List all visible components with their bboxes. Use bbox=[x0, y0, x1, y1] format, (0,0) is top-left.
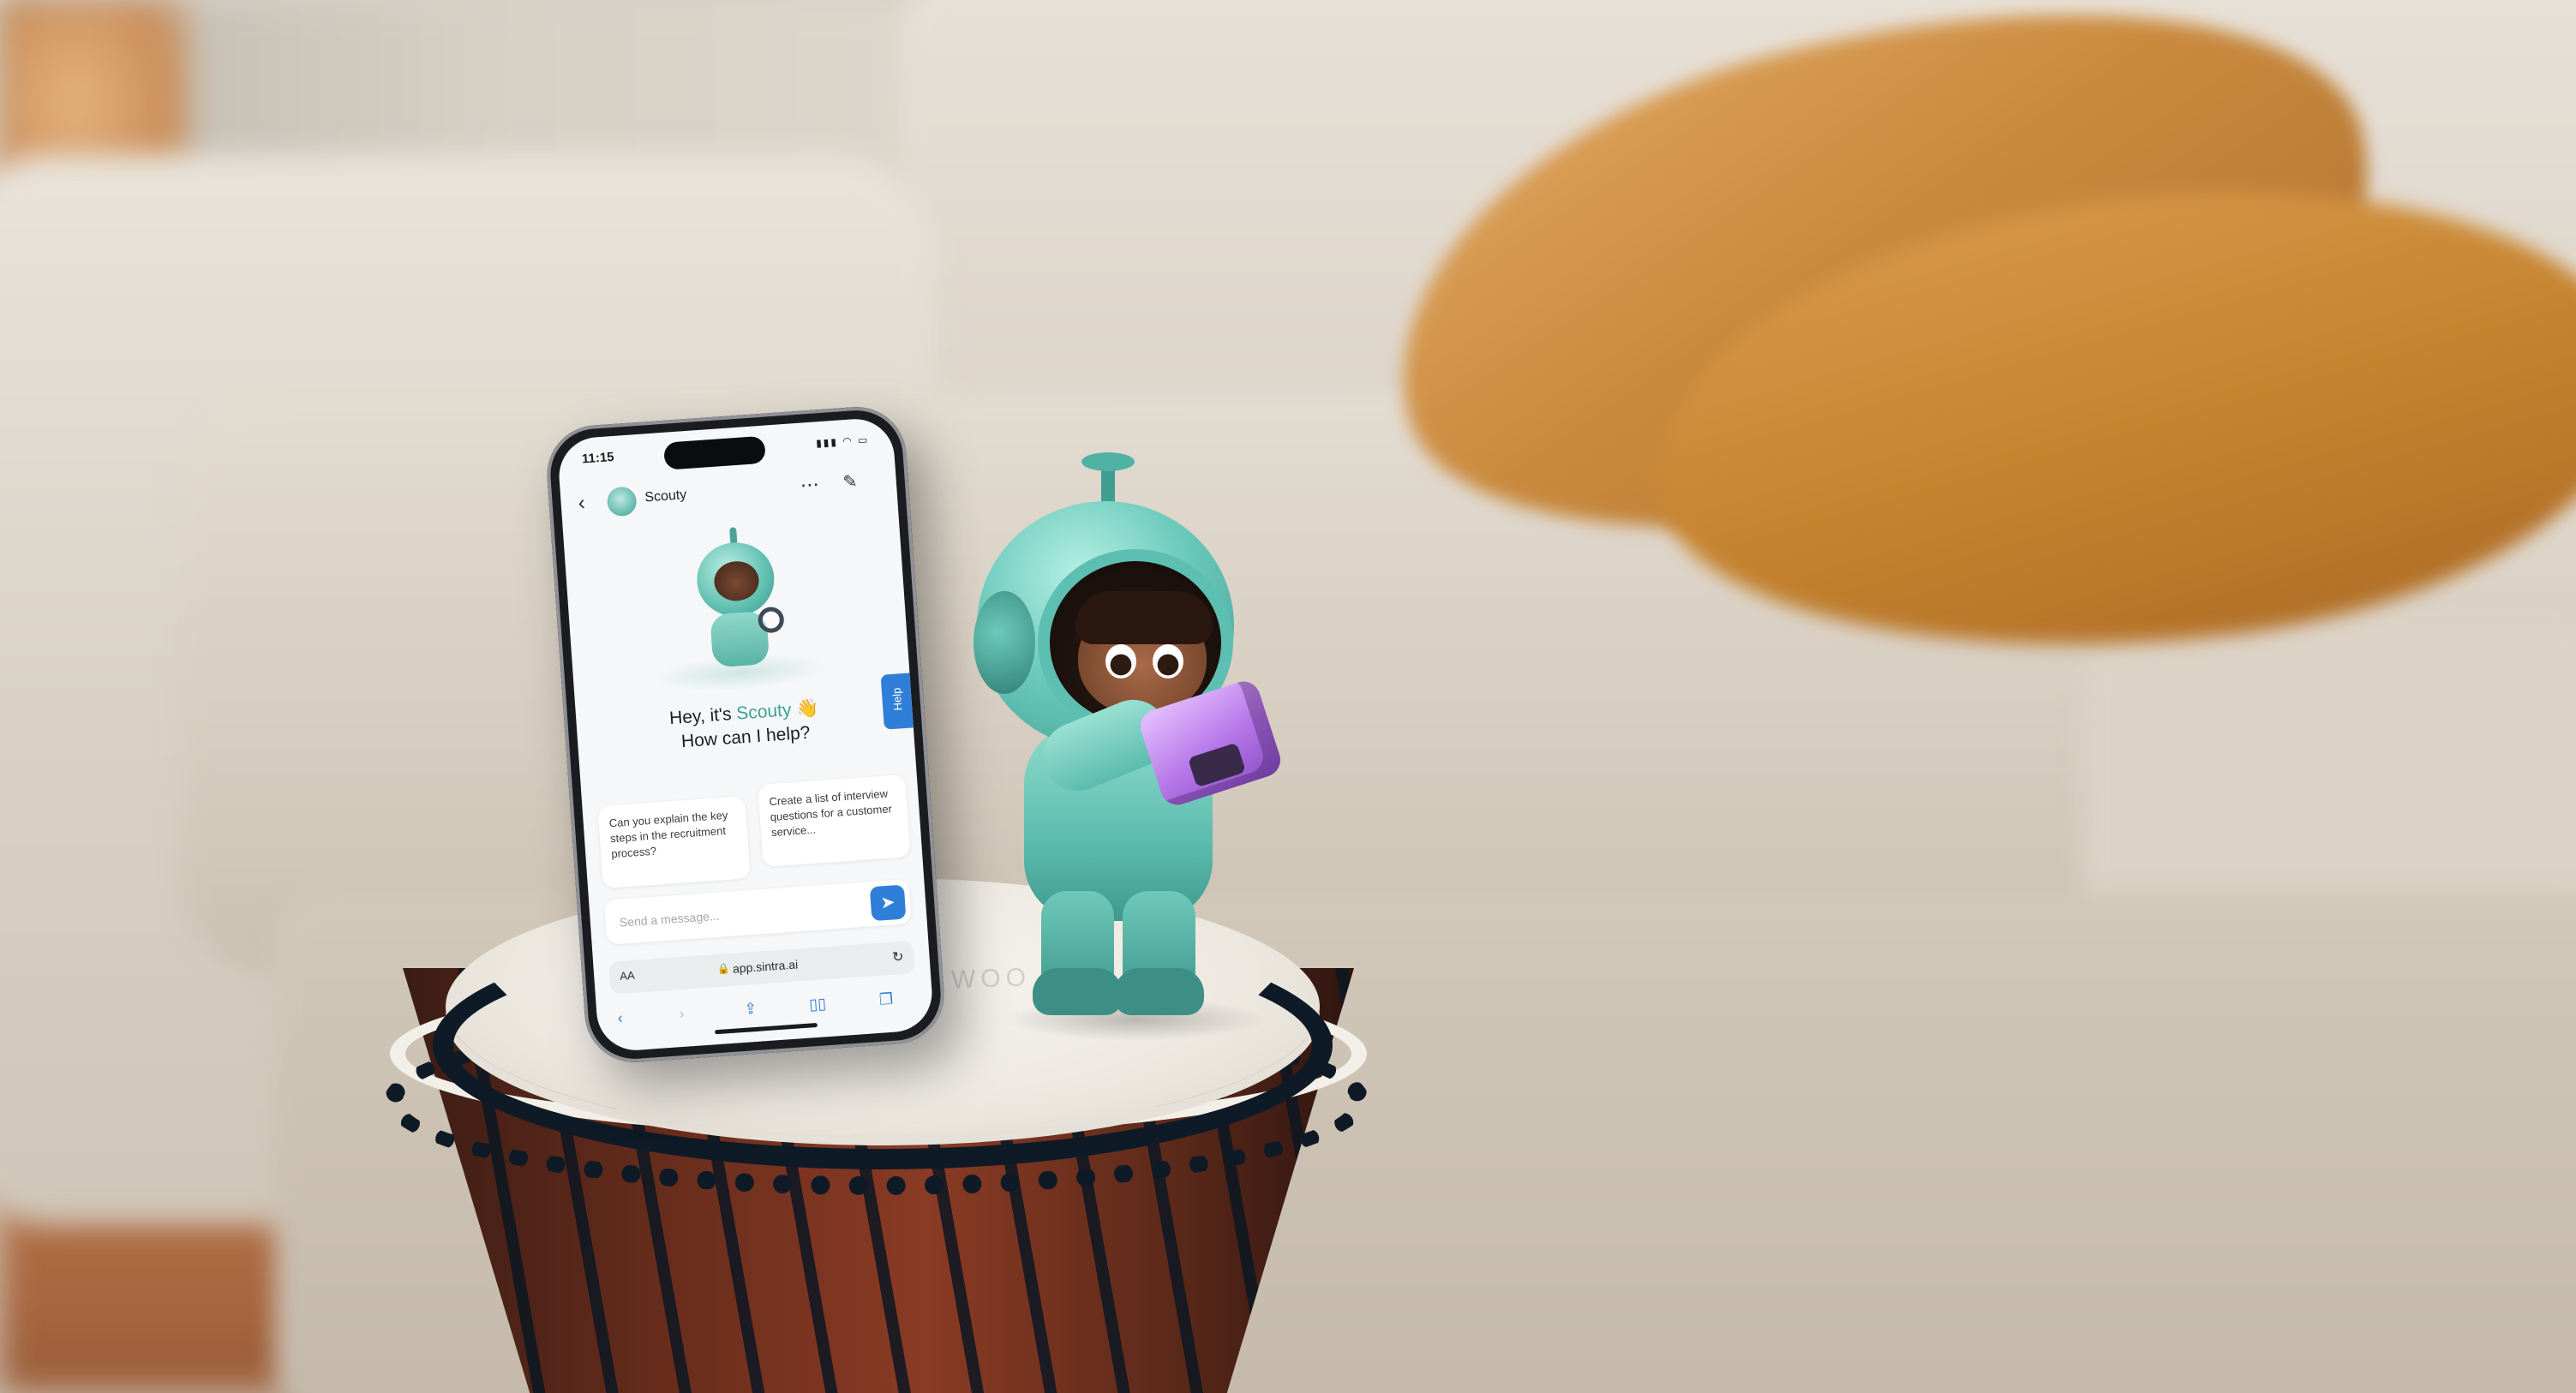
status-time: 11:15 bbox=[581, 449, 615, 467]
drum-logo-text: WOO bbox=[950, 963, 1032, 995]
figurine-hair bbox=[1075, 591, 1213, 644]
greeting-prefix: Hey, it's bbox=[668, 703, 738, 729]
photo-scene: WOO 11:15 ▮▮▮ ◠ ▭ ‹ Scouty ⋯ ✎ Hey, it's… bbox=[0, 0, 2576, 1393]
text-size-button[interactable]: AA bbox=[620, 969, 635, 983]
figurine-antenna-top bbox=[1081, 452, 1135, 471]
wave-icon: 👋 bbox=[795, 698, 820, 720]
figurine-eye-left bbox=[1105, 644, 1136, 679]
agent-name: Scouty bbox=[644, 487, 687, 505]
browser-forward-icon[interactable]: › bbox=[679, 1005, 685, 1023]
send-button[interactable]: ➤ bbox=[869, 884, 907, 922]
browser-back-icon[interactable]: ‹ bbox=[617, 1009, 623, 1027]
message-composer: ➤ bbox=[604, 879, 912, 945]
phone-screen: 11:15 ▮▮▮ ◠ ▭ ‹ Scouty ⋯ ✎ Hey, it's Sco… bbox=[556, 416, 935, 1053]
help-tab[interactable]: Help bbox=[880, 673, 914, 730]
suggestion-card[interactable]: Can you explain the key steps in the rec… bbox=[597, 796, 751, 889]
lock-icon: 🔒 bbox=[716, 961, 731, 975]
chat-app-bar: ‹ Scouty ⋯ ✎ bbox=[560, 463, 897, 525]
send-icon: ➤ bbox=[879, 893, 896, 913]
message-input[interactable] bbox=[617, 896, 836, 934]
reload-icon[interactable]: ↻ bbox=[891, 948, 905, 966]
url-text: app.sintra.ai bbox=[732, 957, 799, 976]
tabs-icon[interactable]: ❐ bbox=[878, 990, 894, 1009]
greeting-name: Scouty bbox=[735, 700, 793, 724]
greeting: Hey, it's Scouty 👋 How can I help? bbox=[576, 690, 914, 761]
more-dots-icon[interactable]: ⋯ bbox=[800, 473, 820, 496]
figurine-eye-right bbox=[1153, 644, 1183, 679]
bookmarks-icon[interactable]: ▯▯ bbox=[808, 995, 826, 1013]
agent-illustration bbox=[640, 521, 832, 696]
back-chevron-icon[interactable]: ‹ bbox=[578, 491, 586, 515]
edit-icon[interactable]: ✎ bbox=[842, 470, 858, 493]
help-tab-label: Help bbox=[890, 687, 905, 711]
agent-avatar bbox=[606, 486, 638, 517]
figurine-boot-right bbox=[1114, 968, 1204, 1015]
suggestion-list: Can you explain the key steps in the rec… bbox=[597, 774, 921, 889]
share-icon[interactable]: ⇪ bbox=[744, 1000, 758, 1019]
smartphone: 11:15 ▮▮▮ ◠ ▭ ‹ Scouty ⋯ ✎ Hey, it's Sco… bbox=[543, 404, 948, 1066]
figurine-boot-left bbox=[1033, 968, 1123, 1015]
figurine-helmet-side bbox=[973, 591, 1035, 694]
signal-wifi-battery-icon: ▮▮▮ ◠ ▭ bbox=[815, 433, 870, 450]
suggestion-card[interactable]: Create a list of interview questions for… bbox=[758, 774, 911, 867]
